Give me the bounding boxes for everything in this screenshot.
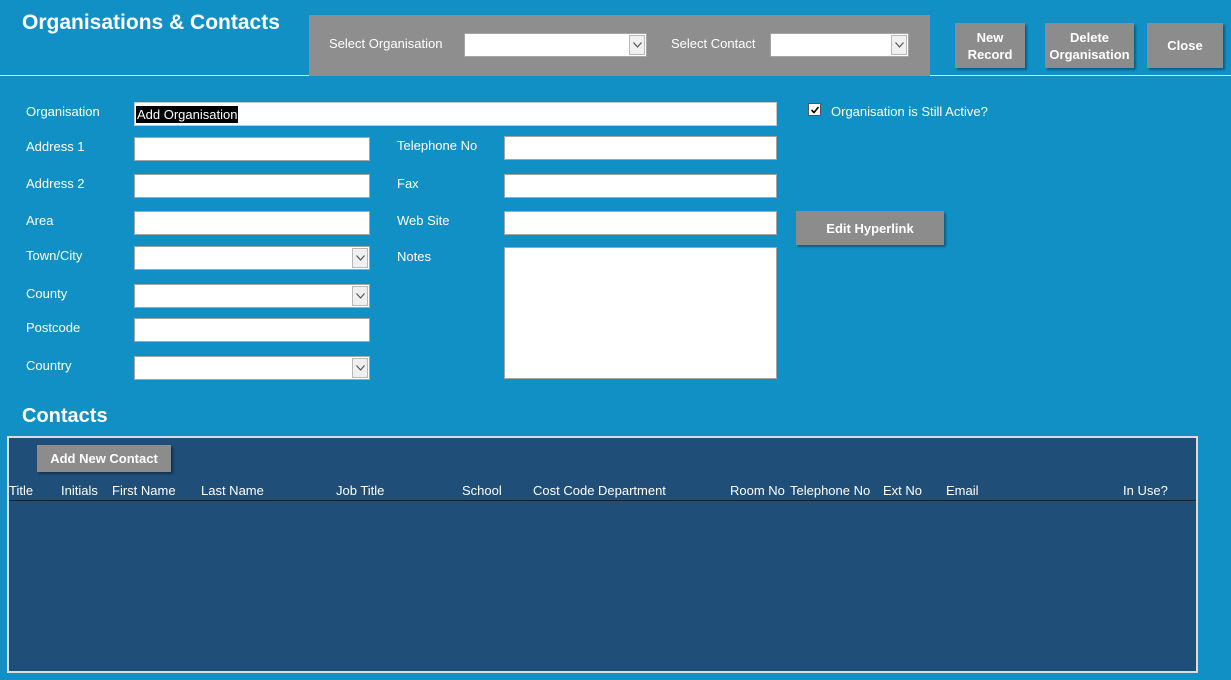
chevron-down-icon[interactable] xyxy=(352,248,368,268)
county-label: County xyxy=(26,286,68,301)
organisation-active-label: Organisation is Still Active? xyxy=(831,104,988,119)
close-button[interactable]: Close xyxy=(1147,23,1223,68)
col-initials: Initials xyxy=(61,483,98,498)
website-input[interactable] xyxy=(504,211,777,235)
col-school: School xyxy=(462,483,502,498)
new-record-button-text: New Record xyxy=(968,29,1013,63)
select-organisation-combo[interactable] xyxy=(464,33,647,57)
col-job-title: Job Title xyxy=(336,483,385,498)
select-contact-combo[interactable] xyxy=(770,33,909,57)
contacts-header-divider xyxy=(9,500,1196,501)
organisation-input[interactable]: Add Organisation xyxy=(134,102,777,126)
area-input[interactable] xyxy=(134,211,370,235)
col-ext-no: Ext No xyxy=(883,483,923,498)
new-record-line1: New xyxy=(976,29,1004,45)
address1-label: Address 1 xyxy=(26,139,85,154)
contacts-rows xyxy=(9,502,1196,671)
delete-org-line1: Delete xyxy=(1069,29,1110,45)
col-telephone-no: Telephone No xyxy=(790,483,871,498)
postcode-input[interactable] xyxy=(134,318,370,342)
col-in-use: In Use? xyxy=(1123,483,1168,498)
country-combo[interactable] xyxy=(134,356,370,380)
col-title: Title xyxy=(9,483,34,498)
delete-organisation-button-text: Delete Organisation xyxy=(1049,29,1129,63)
organisation-active-checkbox[interactable] xyxy=(808,103,821,116)
website-label: Web Site xyxy=(397,213,450,228)
address1-input[interactable] xyxy=(134,137,370,161)
col-last-name: Last Name xyxy=(201,483,264,498)
fax-input[interactable] xyxy=(504,174,777,198)
col-department: Department xyxy=(598,483,666,498)
add-new-contact-button[interactable]: Add New Contact xyxy=(37,445,171,472)
col-email: Email xyxy=(946,483,979,498)
delete-organisation-button[interactable]: Delete Organisation xyxy=(1045,23,1134,68)
postcode-label: Postcode xyxy=(26,320,81,335)
contacts-subform: Add New Contact Title Initials First Nam… xyxy=(7,436,1198,673)
notes-textarea[interactable] xyxy=(504,247,777,379)
chevron-down-icon[interactable] xyxy=(629,35,645,55)
address2-label: Address 2 xyxy=(26,176,85,191)
county-combo[interactable] xyxy=(134,284,370,308)
col-cost-code: Cost Code xyxy=(533,483,595,498)
contacts-heading: Contacts xyxy=(22,405,108,427)
new-record-button[interactable]: New Record xyxy=(955,23,1025,68)
area-label: Area xyxy=(26,213,54,228)
select-organisation-label: Select Organisation xyxy=(329,36,443,51)
edit-hyperlink-button[interactable]: Edit Hyperlink xyxy=(796,211,944,245)
chevron-down-icon[interactable] xyxy=(352,286,368,306)
col-first-name: First Name xyxy=(112,483,176,498)
notes-label: Notes xyxy=(397,249,431,264)
record-selector-bar: Select Organisation Select Contact xyxy=(309,15,930,76)
town-label: Town/City xyxy=(26,248,83,263)
select-contact-label: Select Contact xyxy=(671,36,756,51)
new-record-line2: Record xyxy=(967,46,1013,62)
address2-input[interactable] xyxy=(134,174,370,198)
telephone-input[interactable] xyxy=(504,136,777,160)
page-title: Organisations & Contacts xyxy=(22,11,280,34)
telephone-label: Telephone No xyxy=(397,138,478,153)
delete-org-line2: Organisation xyxy=(1049,46,1130,62)
col-room-no: Room No xyxy=(730,483,785,498)
chevron-down-icon[interactable] xyxy=(891,35,907,55)
town-combo[interactable] xyxy=(134,246,370,270)
fax-label: Fax xyxy=(397,176,419,191)
checkmark-icon xyxy=(810,105,819,114)
organisation-label: Organisation xyxy=(26,104,100,119)
organisation-value: Add Organisation xyxy=(136,106,239,123)
chevron-down-icon[interactable] xyxy=(352,358,368,378)
country-label: Country xyxy=(26,358,72,373)
